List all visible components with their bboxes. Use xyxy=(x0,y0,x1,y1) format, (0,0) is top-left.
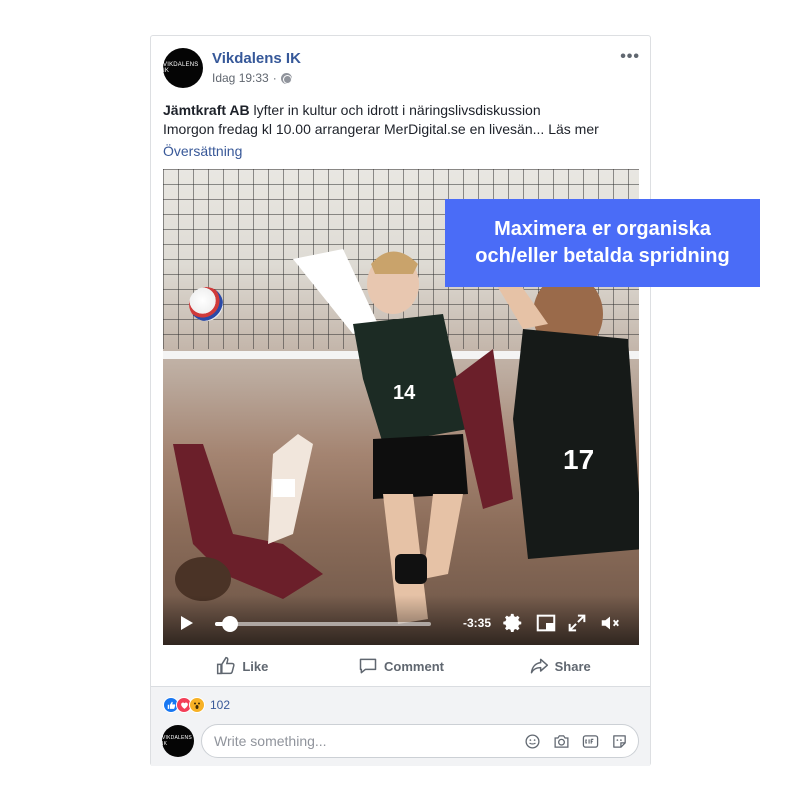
comment-box[interactable] xyxy=(201,724,639,758)
commenter-avatar: VIKDALENS IK xyxy=(162,725,194,757)
emoji-icon[interactable] xyxy=(524,733,541,750)
reaction-count[interactable]: 102 xyxy=(210,698,230,712)
sticker-icon[interactable] xyxy=(611,733,628,750)
progress-handle[interactable] xyxy=(222,616,239,632)
wow-reaction-icon xyxy=(189,697,205,713)
comment-tools xyxy=(524,733,628,750)
right-player: 17 xyxy=(453,274,639,559)
meta-separator: · xyxy=(272,71,277,85)
video-controls: -3:35 xyxy=(163,595,639,645)
promo-line-1: Maximera er organiska xyxy=(494,218,711,240)
jersey-number-left: 14 xyxy=(393,382,416,404)
page-avatar[interactable]: VIKDALENS IK xyxy=(163,48,203,88)
promo-overlay: Maximera er organiska och/eller betalda … xyxy=(445,199,760,287)
comment-input[interactable] xyxy=(214,733,514,749)
time-remaining: -3:35 xyxy=(463,616,492,630)
play-icon[interactable] xyxy=(181,616,193,630)
post-text: Jämtkraft AB lyfter in kultur och idrott… xyxy=(163,101,633,139)
fullscreen-icon[interactable] xyxy=(566,612,588,634)
comment-button[interactable]: Comment xyxy=(322,648,481,684)
like-label: Like xyxy=(242,658,269,674)
post-footer: 102 VIKDALENS IK xyxy=(151,686,650,766)
mentioned-page[interactable]: Jämtkraft AB xyxy=(163,102,250,118)
post-timestamp[interactable]: Idag 19:33 xyxy=(212,71,269,85)
page-name-link[interactable]: Vikdalens IK xyxy=(212,50,301,67)
post-actions: Like Comment Share xyxy=(163,648,639,684)
comment-icon xyxy=(359,658,377,674)
comment-label: Comment xyxy=(384,658,444,674)
post-meta: Idag 19:33 · xyxy=(212,71,292,85)
post-card: VIKDALENS IK Vikdalens IK Idag 19:33 · •… xyxy=(150,35,651,766)
progress-bar[interactable] xyxy=(215,616,431,632)
post-text-line2: Imorgon fredag kl 10.00 arrangerar MerDi… xyxy=(163,121,599,137)
thumbs-up-icon xyxy=(217,656,235,675)
post-text-line1: lyfter in kultur och idrott i näringsliv… xyxy=(249,102,541,118)
picture-in-picture-icon[interactable] xyxy=(535,612,557,634)
volleyball xyxy=(189,287,223,321)
translation-link[interactable]: Översättning xyxy=(163,143,242,159)
settings-icon[interactable] xyxy=(502,612,524,634)
globe-icon xyxy=(280,72,292,84)
jersey-number-right: 17 xyxy=(563,444,594,475)
more-options-icon[interactable]: ••• xyxy=(620,48,640,66)
share-button[interactable]: Share xyxy=(480,648,639,684)
mute-icon[interactable] xyxy=(599,612,621,634)
like-button[interactable]: Like xyxy=(163,648,322,684)
share-icon xyxy=(530,658,548,674)
reactions-summary[interactable]: 102 xyxy=(163,697,230,713)
share-label: Share xyxy=(554,658,591,674)
camera-icon[interactable] xyxy=(553,733,570,750)
promo-line-2: och/eller betalda spridning xyxy=(475,245,730,267)
gif-icon[interactable] xyxy=(582,733,599,750)
